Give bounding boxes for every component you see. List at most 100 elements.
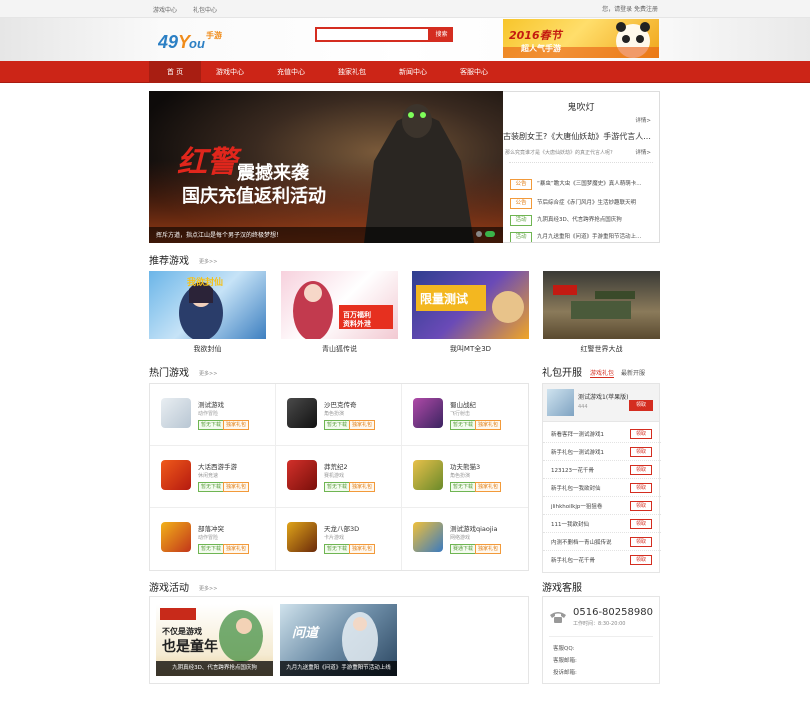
claim-button[interactable]: 领取	[630, 447, 652, 457]
top-links: 游戏中心 礼包中心	[153, 5, 231, 14]
gift-button[interactable]: 独家礼包	[475, 420, 502, 430]
top-bar: 游戏中心 礼包中心 您，请登录 免费注册	[0, 0, 810, 18]
svg-text:我欲封仙: 我欲封仙	[187, 276, 223, 288]
news-item[interactable]: 公告 “暴虫”瞻大虫《三国梦魔史》真人萌萌卡...	[510, 170, 641, 190]
game-thumb-1[interactable]: 我欲封仙	[149, 271, 266, 339]
game-type: 动作冒险	[198, 411, 219, 417]
download-button[interactable]: 暂无下载	[324, 420, 351, 430]
game-caption-4[interactable]: 红警世界大战	[543, 344, 660, 354]
download-button[interactable]: 暂无下载	[324, 482, 351, 492]
gift-button[interactable]: 独家礼包	[223, 544, 250, 554]
gift-button[interactable]: 独家礼包	[349, 544, 376, 554]
gift-button[interactable]: 独家礼包	[223, 420, 250, 430]
hot-game-card[interactable]: 蜀山战纪 飞行射击 暂无下载 独家礼包	[402, 384, 528, 446]
claim-button[interactable]: 领取	[630, 537, 652, 547]
game-type: 动作冒险	[198, 535, 219, 541]
top-link-game-center[interactable]: 游戏中心	[153, 7, 177, 14]
news-heading[interactable]: 鬼吹灯	[503, 100, 659, 113]
gift-button[interactable]: 独家礼包	[475, 544, 502, 554]
claim-button[interactable]: 领取	[630, 465, 652, 475]
news-item[interactable]: 活动 九月九送重阳《问道》手游重阳节活动上...	[510, 223, 641, 242]
hot-game-card[interactable]: 大话西游手游 休闲竞速 暂无下载 独家礼包	[150, 446, 276, 508]
activity-card[interactable]: 不仅是游戏 也是童年 九阴真经3D、代言跨界抢点国庆狗	[156, 604, 273, 676]
download-button[interactable]: 暂无下载	[450, 482, 477, 492]
game-type: 飞行射击	[450, 411, 471, 417]
top-link-gift-center[interactable]: 礼包中心	[193, 7, 217, 14]
gift-tab-servers[interactable]: 最新开服	[621, 368, 645, 377]
service-complaint: 投诉邮箱:	[553, 670, 577, 676]
download-button[interactable]: 暂无下载	[324, 544, 351, 554]
download-button[interactable]: 暂无下载	[198, 544, 225, 554]
download-button[interactable]: 暂无下载	[198, 420, 225, 430]
hot-game-card[interactable]: 测试游戏 动作冒险 暂无下载 独家礼包	[150, 384, 276, 446]
news-item-text: “暴虫”瞻大虫《三国梦魔史》真人萌萌卡...	[537, 181, 642, 187]
hot-game-card[interactable]: 天龙八部3D 卡片游戏 暂无下载 独家礼包	[276, 508, 402, 570]
gift-featured-count: 444	[578, 404, 588, 410]
claim-button[interactable]: 领取	[630, 555, 652, 565]
gift-row[interactable]: 新手礼包一花千骨 领取	[543, 551, 661, 569]
banner-ad-title: 2016春节	[509, 29, 562, 42]
news-headline[interactable]: 古装剧女王?《大唐仙妖劫》手游代言人...	[503, 131, 651, 142]
hot-games-more-link[interactable]: 更多>>	[199, 370, 217, 377]
hot-game-card[interactable]: 功夫熊猫3 角色扮演 暂无下载 独家礼包	[402, 446, 528, 508]
hot-game-card[interactable]: 测试游戏qiaojia 网络游戏 赛通下载 独家礼包	[402, 508, 528, 570]
gift-button[interactable]: 独家礼包	[475, 482, 502, 492]
gift-row[interactable]: 新看客拜一测试游戏1 领取	[543, 425, 661, 443]
nav-news-center[interactable]: 新闻中心	[388, 61, 438, 83]
header-banner-ad[interactable]: 2016春节 超人气手游	[503, 19, 659, 58]
claim-button[interactable]: 领取	[630, 483, 652, 493]
site-logo[interactable]: 49 Y ou 手游	[157, 26, 224, 54]
activity-more-link[interactable]: 更多>>	[199, 585, 217, 592]
recommend-title: 推荐游戏	[149, 256, 189, 267]
gift-row[interactable]: 内测不删档一青山狐传说 领取	[543, 533, 661, 551]
gift-row[interactable]: 123123一花千骨 领取	[543, 461, 661, 479]
claim-button[interactable]: 领取	[630, 429, 652, 439]
gift-button[interactable]: 独家礼包	[349, 420, 376, 430]
game-caption-3[interactable]: 我叫MT全3D	[412, 344, 529, 354]
nav-recharge-center[interactable]: 充值中心	[266, 61, 316, 83]
nav-service-center[interactable]: 客服中心	[449, 61, 499, 83]
gift-row[interactable]: 111一我欲封仙 领取	[543, 515, 661, 533]
game-thumb-2[interactable]: 百万福利 资料外泄	[281, 271, 398, 339]
activity-caption: 九月九送重阳《问道》手游重阳节活动上线	[280, 661, 397, 676]
claim-button[interactable]: 领取	[630, 519, 652, 529]
search-input[interactable]	[315, 27, 430, 42]
recommend-more-link[interactable]: 更多>>	[199, 258, 217, 265]
hot-game-card[interactable]: 沙巴克传奇 角色扮演 暂无下载 独家礼包	[276, 384, 402, 446]
gift-row[interactable]: jlihkhoilkjp一狙狙卷 领取	[543, 497, 661, 515]
user-login-links[interactable]: 您，请登录 免费注册	[602, 4, 658, 13]
gift-row[interactable]: 新手礼包一我欲封仙 领取	[543, 479, 661, 497]
gift-button[interactable]: 独家礼包	[223, 482, 250, 492]
game-caption-2[interactable]: 青山狐传说	[281, 344, 398, 354]
download-button[interactable]: 暂无下载	[450, 420, 477, 430]
news-tag: 活动	[510, 232, 532, 242]
hot-game-card[interactable]: 莽荒纪2 赛机游戏 暂无下载 独家礼包	[276, 446, 402, 508]
game-name: 部落冲突	[198, 525, 224, 533]
service-phone: 0516-80258980	[573, 607, 653, 618]
gift-row[interactable]: 新手礼包一测试游戏1 领取	[543, 443, 661, 461]
game-name: 莽荒纪2	[324, 463, 348, 471]
gift-featured[interactable]: 测试游戏1(苹果版) 444 领取	[543, 384, 659, 422]
game-caption-1[interactable]: 我欲封仙	[149, 344, 266, 354]
nav-home[interactable]: 首 页	[149, 61, 201, 83]
gift-button[interactable]: 独家礼包	[349, 482, 376, 492]
nav-game-center[interactable]: 游戏中心	[205, 61, 255, 83]
hero-slider[interactable]: 红警 震撼来袭 国庆充值返利活动 挥斥方遒，指点江山是每个男子汉的终极梦想！	[149, 91, 503, 243]
gift-row-text: 新看客拜一测试游戏1	[551, 432, 604, 438]
hot-game-card[interactable]: 部落冲突 动作冒险 暂无下载 独家礼包	[150, 508, 276, 570]
activity-card[interactable]: 问道 九月九送重阳《问道》手游重阳节活动上线	[280, 604, 397, 676]
download-button[interactable]: 暂无下载	[198, 482, 225, 492]
game-thumb-3[interactable]: 限量测试	[412, 271, 529, 339]
news-detail-link[interactable]: 详情>	[635, 116, 651, 124]
nav-exclusive-gifts[interactable]: 独家礼包	[327, 61, 377, 83]
gift-tab-gifts[interactable]: 游戏礼包	[590, 368, 615, 378]
game-icon	[287, 460, 317, 490]
game-icon	[413, 398, 443, 428]
gift-featured-button[interactable]: 领取	[629, 400, 653, 411]
download-button[interactable]: 赛通下载	[450, 544, 477, 554]
game-type: 网络游戏	[450, 535, 471, 541]
claim-button[interactable]: 领取	[630, 501, 652, 511]
search-button[interactable]: 搜索	[430, 27, 453, 42]
news-detail-link-2[interactable]: 详情>	[635, 148, 651, 156]
game-thumb-4[interactable]	[543, 271, 660, 339]
